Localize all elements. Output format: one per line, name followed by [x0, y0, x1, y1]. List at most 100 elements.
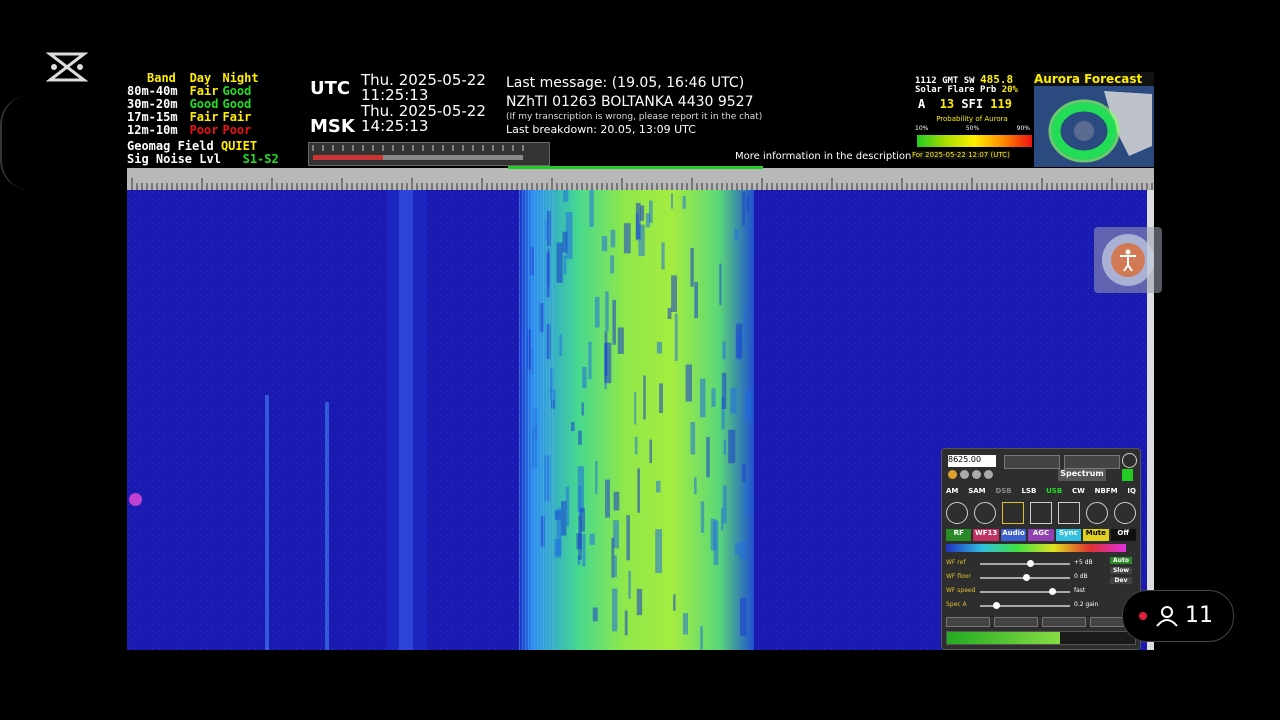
waterfall-streak — [655, 529, 663, 573]
band-select[interactable] — [1004, 455, 1060, 469]
mode-button[interactable]: SAM — [968, 487, 985, 498]
expand-icon[interactable] — [1030, 502, 1052, 524]
waterfall-streak — [744, 479, 748, 515]
tab-off[interactable]: Off — [1110, 529, 1136, 541]
step-buttons — [948, 470, 1058, 483]
slider-value: 0.2 gain — [1074, 601, 1099, 608]
waterfall-streak — [562, 231, 568, 253]
play-icon[interactable] — [1122, 453, 1137, 468]
slider-knob[interactable] — [1027, 560, 1035, 567]
tab-wf[interactable]: WF13 — [973, 529, 999, 541]
mode-button[interactable]: CW — [1072, 487, 1085, 498]
waterfall-streak — [611, 588, 618, 632]
mode-button[interactable]: LSB — [1021, 487, 1036, 498]
waterfall-streak — [734, 229, 739, 241]
signal-value: S1-S2 — [242, 152, 279, 166]
slider-track[interactable] — [980, 560, 1070, 567]
waterfall-streak — [624, 610, 628, 636]
waterfall-streak — [610, 255, 615, 274]
slider-knob[interactable] — [1048, 588, 1056, 595]
waterfall-streak — [735, 323, 743, 359]
tab-agc[interactable]: AGC — [1028, 529, 1054, 541]
live-dot — [1139, 612, 1147, 620]
waterfall-streak — [605, 479, 610, 518]
auto-button[interactable]: Auto — [1110, 557, 1132, 564]
frequency-input[interactable]: 8625.00 — [948, 455, 996, 467]
band-conditions-panel: Band Day Night 80m-40m Fair Good 30m-20m… — [127, 72, 307, 137]
accessibility-button[interactable] — [1092, 225, 1164, 295]
waterfall-streak — [589, 533, 595, 545]
slider-knob[interactable] — [992, 602, 1000, 609]
step-icon[interactable] — [960, 470, 969, 479]
bottom-selects — [946, 617, 1134, 627]
waterfall-streak — [635, 202, 641, 240]
tab-audio[interactable]: Audio — [1000, 529, 1027, 541]
waterfall-streak — [693, 477, 697, 495]
step-icon[interactable] — [972, 470, 981, 479]
frequency-ruler[interactable] — [127, 168, 1154, 190]
zoom-in-icon[interactable] — [946, 502, 968, 524]
tab-rf[interactable]: RF — [946, 529, 972, 541]
mode-button[interactable]: NBFM — [1095, 487, 1118, 498]
waterfall-streak — [594, 296, 600, 328]
aurora-prob-scale — [917, 135, 1032, 147]
waterfall-streak — [604, 342, 612, 384]
zoom-out-icon[interactable] — [974, 502, 996, 524]
tab-bar: RF WF13 Audio AGC Sync Mute Off — [946, 529, 1136, 541]
next-icon[interactable] — [1114, 502, 1136, 524]
passband-indicator[interactable] — [508, 166, 763, 169]
step-icon[interactable] — [984, 470, 993, 479]
app-logo-icon — [45, 50, 89, 84]
zoom-fit-icon[interactable] — [1002, 502, 1024, 524]
more-info-text: More information in the description! — [735, 151, 916, 162]
waterfall-streak — [563, 255, 567, 275]
slider-label: WF speed — [946, 587, 976, 594]
slider-track[interactable] — [980, 574, 1070, 581]
waterfall-edge-line — [531, 190, 532, 650]
msk-label: MSK — [310, 116, 355, 137]
waterfall-streak — [613, 555, 617, 578]
waterfall-streak — [649, 439, 653, 464]
prev-icon[interactable] — [1086, 502, 1108, 524]
waterfall-streak — [730, 387, 737, 414]
receiver-control-panel: 8625.00 Spectrum AM SAM DSB LSB USB CW N… — [941, 448, 1141, 650]
waterfall-streak — [667, 307, 672, 319]
side-toggle-button[interactable] — [129, 493, 142, 506]
select-control[interactable] — [946, 617, 990, 627]
select-control[interactable] — [1042, 617, 1086, 627]
msk-time: 14:25:13 — [361, 117, 429, 135]
slider-track[interactable] — [980, 588, 1070, 595]
mode-bar: AM SAM DSB LSB USB CW NBFM IQ — [946, 487, 1136, 498]
zoom-toolbar — [946, 502, 1136, 524]
spectrum-button[interactable]: Spectrum — [1058, 469, 1106, 481]
mode-button[interactable]: DSB — [995, 487, 1011, 498]
slider-track[interactable] — [980, 602, 1070, 609]
waterfall-edge-line — [525, 190, 526, 650]
mode-button-active[interactable]: USB — [1046, 487, 1062, 498]
speaker-icon[interactable] — [1122, 469, 1133, 481]
mode-button[interactable]: AM — [946, 487, 958, 498]
slider-value: +5 dB — [1074, 559, 1093, 566]
a-index-label: A — [918, 97, 926, 111]
waterfall-streak — [723, 440, 727, 455]
slider-knob[interactable] — [1023, 574, 1030, 581]
waterfall-streak — [582, 366, 587, 389]
swap-icon[interactable] — [1058, 502, 1080, 524]
colormap-bar[interactable] — [946, 544, 1126, 552]
tab-sync[interactable]: Sync — [1055, 529, 1082, 541]
waterfall-streak — [576, 533, 582, 550]
slow-button[interactable]: Slow — [1110, 567, 1132, 574]
slider-label: WF floor — [946, 573, 971, 580]
select-control[interactable] — [994, 617, 1038, 627]
waterfall-edge-line — [552, 190, 553, 650]
dev-button[interactable]: Dev — [1110, 577, 1132, 584]
step-icon[interactable] — [948, 470, 957, 479]
waterfall-streak — [556, 242, 563, 283]
extension-select[interactable] — [1064, 455, 1120, 469]
mode-button[interactable]: IQ — [1127, 487, 1136, 498]
viewer-count-badge[interactable] — [1122, 590, 1234, 642]
scale-high: 90% — [1016, 125, 1030, 132]
waterfall-edge-line — [528, 190, 529, 650]
tab-mute[interactable]: Mute — [1083, 529, 1109, 541]
aurora-title: Aurora Forecast — [1034, 72, 1154, 86]
